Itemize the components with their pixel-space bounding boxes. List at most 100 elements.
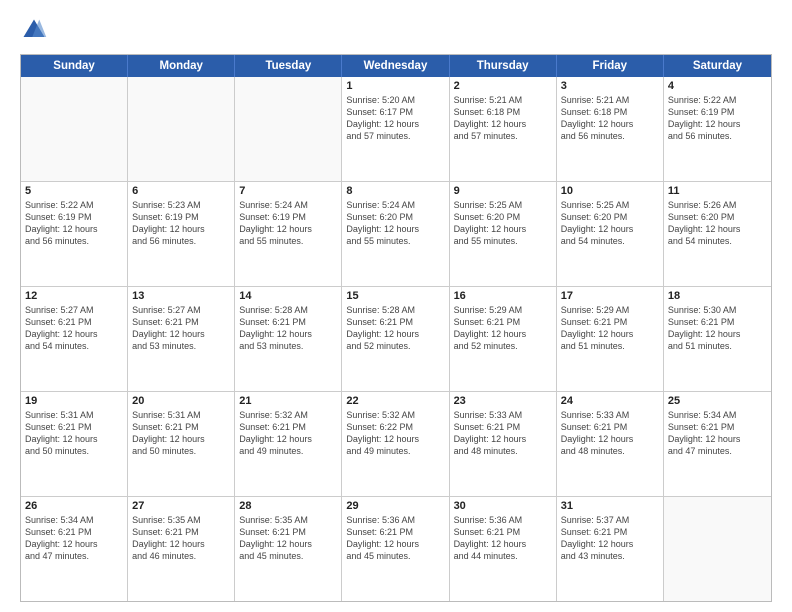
day-info: Sunrise: 5:35 AM Sunset: 6:21 PM Dayligh… — [132, 514, 230, 563]
day-info: Sunrise: 5:22 AM Sunset: 6:19 PM Dayligh… — [668, 94, 767, 143]
calendar-cell: 1 Sunrise: 5:20 AM Sunset: 6:17 PM Daylig… — [342, 77, 449, 181]
day-number: 19 — [25, 395, 123, 407]
day-number: 12 — [25, 290, 123, 302]
calendar-cell: 21 Sunrise: 5:32 AM Sunset: 6:21 PM Dayli… — [235, 392, 342, 496]
day-info: Sunrise: 5:23 AM Sunset: 6:19 PM Dayligh… — [132, 199, 230, 248]
calendar-cell: 30 Sunrise: 5:36 AM Sunset: 6:21 PM Dayli… — [450, 497, 557, 601]
header-day-thursday: Thursday — [450, 55, 557, 77]
day-info: Sunrise: 5:34 AM Sunset: 6:21 PM Dayligh… — [668, 409, 767, 458]
header-day-tuesday: Tuesday — [235, 55, 342, 77]
day-number: 3 — [561, 80, 659, 92]
day-info: Sunrise: 5:24 AM Sunset: 6:20 PM Dayligh… — [346, 199, 444, 248]
day-info: Sunrise: 5:21 AM Sunset: 6:18 PM Dayligh… — [561, 94, 659, 143]
day-number: 22 — [346, 395, 444, 407]
calendar-week-4: 26 Sunrise: 5:34 AM Sunset: 6:21 PM Dayli… — [21, 497, 771, 601]
day-number: 11 — [668, 185, 767, 197]
day-number: 6 — [132, 185, 230, 197]
day-info: Sunrise: 5:29 AM Sunset: 6:21 PM Dayligh… — [561, 304, 659, 353]
day-number: 23 — [454, 395, 552, 407]
day-number: 18 — [668, 290, 767, 302]
calendar-cell: 11 Sunrise: 5:26 AM Sunset: 6:20 PM Dayli… — [664, 182, 771, 286]
day-number: 28 — [239, 500, 337, 512]
day-info: Sunrise: 5:31 AM Sunset: 6:21 PM Dayligh… — [25, 409, 123, 458]
day-info: Sunrise: 5:33 AM Sunset: 6:21 PM Dayligh… — [561, 409, 659, 458]
header-day-saturday: Saturday — [664, 55, 771, 77]
day-number: 20 — [132, 395, 230, 407]
day-number: 29 — [346, 500, 444, 512]
day-number: 17 — [561, 290, 659, 302]
calendar-cell: 14 Sunrise: 5:28 AM Sunset: 6:21 PM Dayli… — [235, 287, 342, 391]
day-info: Sunrise: 5:33 AM Sunset: 6:21 PM Dayligh… — [454, 409, 552, 458]
day-info: Sunrise: 5:20 AM Sunset: 6:17 PM Dayligh… — [346, 94, 444, 143]
day-number: 4 — [668, 80, 767, 92]
calendar-cell: 24 Sunrise: 5:33 AM Sunset: 6:21 PM Dayli… — [557, 392, 664, 496]
day-number: 15 — [346, 290, 444, 302]
calendar-cell: 6 Sunrise: 5:23 AM Sunset: 6:19 PM Daylig… — [128, 182, 235, 286]
day-number: 16 — [454, 290, 552, 302]
logo — [20, 16, 52, 44]
calendar-cell: 5Sunrise: 5:22 AM Sunset: 6:19 PM Daylig… — [21, 182, 128, 286]
day-info: Sunrise: 5:35 AM Sunset: 6:21 PM Dayligh… — [239, 514, 337, 563]
day-info: Sunrise: 5:27 AM Sunset: 6:21 PM Dayligh… — [25, 304, 123, 353]
day-number: 24 — [561, 395, 659, 407]
calendar-cell: 17 Sunrise: 5:29 AM Sunset: 6:21 PM Dayli… — [557, 287, 664, 391]
calendar-cell: 26 Sunrise: 5:34 AM Sunset: 6:21 PM Dayli… — [21, 497, 128, 601]
day-info: Sunrise: 5:36 AM Sunset: 6:21 PM Dayligh… — [454, 514, 552, 563]
day-info: Sunrise: 5:29 AM Sunset: 6:21 PM Dayligh… — [454, 304, 552, 353]
calendar-cell — [128, 77, 235, 181]
day-info: Sunrise: 5:21 AM Sunset: 6:18 PM Dayligh… — [454, 94, 552, 143]
calendar-cell: 22Sunrise: 5:32 AM Sunset: 6:22 PM Dayli… — [342, 392, 449, 496]
day-number: 31 — [561, 500, 659, 512]
day-number: 9 — [454, 185, 552, 197]
header-day-monday: Monday — [128, 55, 235, 77]
day-info: Sunrise: 5:28 AM Sunset: 6:21 PM Dayligh… — [346, 304, 444, 353]
calendar-cell — [21, 77, 128, 181]
calendar-cell: 23 Sunrise: 5:33 AM Sunset: 6:21 PM Dayli… — [450, 392, 557, 496]
calendar-cell: 4 Sunrise: 5:22 AM Sunset: 6:19 PM Daylig… — [664, 77, 771, 181]
calendar-cell: 27 Sunrise: 5:35 AM Sunset: 6:21 PM Dayli… — [128, 497, 235, 601]
calendar-cell — [235, 77, 342, 181]
calendar-cell: 13 Sunrise: 5:27 AM Sunset: 6:21 PM Dayli… — [128, 287, 235, 391]
calendar-cell: 15 Sunrise: 5:28 AM Sunset: 6:21 PM Dayli… — [342, 287, 449, 391]
calendar-cell: 28 Sunrise: 5:35 AM Sunset: 6:21 PM Dayli… — [235, 497, 342, 601]
calendar-cell: 12 Sunrise: 5:27 AM Sunset: 6:21 PM Dayli… — [21, 287, 128, 391]
calendar-week-2: 12 Sunrise: 5:27 AM Sunset: 6:21 PM Dayli… — [21, 287, 771, 392]
calendar-cell: 19 Sunrise: 5:31 AM Sunset: 6:21 PM Dayli… — [21, 392, 128, 496]
calendar-cell: 31Sunrise: 5:37 AM Sunset: 6:21 PM Dayli… — [557, 497, 664, 601]
day-number: 1 — [346, 80, 444, 92]
day-number: 27 — [132, 500, 230, 512]
day-info: Sunrise: 5:30 AM Sunset: 6:21 PM Dayligh… — [668, 304, 767, 353]
day-info: Sunrise: 5:32 AM Sunset: 6:21 PM Dayligh… — [239, 409, 337, 458]
day-info: Sunrise: 5:34 AM Sunset: 6:21 PM Dayligh… — [25, 514, 123, 563]
calendar-header-row: SundayMondayTuesdayWednesdayThursdayFrid… — [21, 55, 771, 77]
calendar-cell: 3 Sunrise: 5:21 AM Sunset: 6:18 PM Daylig… — [557, 77, 664, 181]
calendar-week-1: 5Sunrise: 5:22 AM Sunset: 6:19 PM Daylig… — [21, 182, 771, 287]
header-day-sunday: Sunday — [21, 55, 128, 77]
day-info: Sunrise: 5:31 AM Sunset: 6:21 PM Dayligh… — [132, 409, 230, 458]
calendar-cell: 10Sunrise: 5:25 AM Sunset: 6:20 PM Dayli… — [557, 182, 664, 286]
day-number: 30 — [454, 500, 552, 512]
day-info: Sunrise: 5:26 AM Sunset: 6:20 PM Dayligh… — [668, 199, 767, 248]
day-info: Sunrise: 5:25 AM Sunset: 6:20 PM Dayligh… — [561, 199, 659, 248]
day-info: Sunrise: 5:27 AM Sunset: 6:21 PM Dayligh… — [132, 304, 230, 353]
calendar-cell: 29Sunrise: 5:36 AM Sunset: 6:21 PM Dayli… — [342, 497, 449, 601]
day-number: 14 — [239, 290, 337, 302]
calendar-week-0: 1 Sunrise: 5:20 AM Sunset: 6:17 PM Daylig… — [21, 77, 771, 182]
header — [20, 16, 772, 44]
logo-icon — [20, 16, 48, 44]
calendar-cell: 25Sunrise: 5:34 AM Sunset: 6:21 PM Dayli… — [664, 392, 771, 496]
calendar-cell: 8 Sunrise: 5:24 AM Sunset: 6:20 PM Daylig… — [342, 182, 449, 286]
day-number: 8 — [346, 185, 444, 197]
calendar-cell: 18 Sunrise: 5:30 AM Sunset: 6:21 PM Dayli… — [664, 287, 771, 391]
day-info: Sunrise: 5:28 AM Sunset: 6:21 PM Dayligh… — [239, 304, 337, 353]
day-number: 21 — [239, 395, 337, 407]
day-number: 13 — [132, 290, 230, 302]
calendar-cell: 2Sunrise: 5:21 AM Sunset: 6:18 PM Daylig… — [450, 77, 557, 181]
page: SundayMondayTuesdayWednesdayThursdayFrid… — [0, 0, 792, 612]
day-number: 26 — [25, 500, 123, 512]
calendar-cell — [664, 497, 771, 601]
calendar-week-3: 19 Sunrise: 5:31 AM Sunset: 6:21 PM Dayli… — [21, 392, 771, 497]
header-day-wednesday: Wednesday — [342, 55, 449, 77]
calendar-cell: 7Sunrise: 5:24 AM Sunset: 6:19 PM Daylig… — [235, 182, 342, 286]
calendar: SundayMondayTuesdayWednesdayThursdayFrid… — [20, 54, 772, 602]
